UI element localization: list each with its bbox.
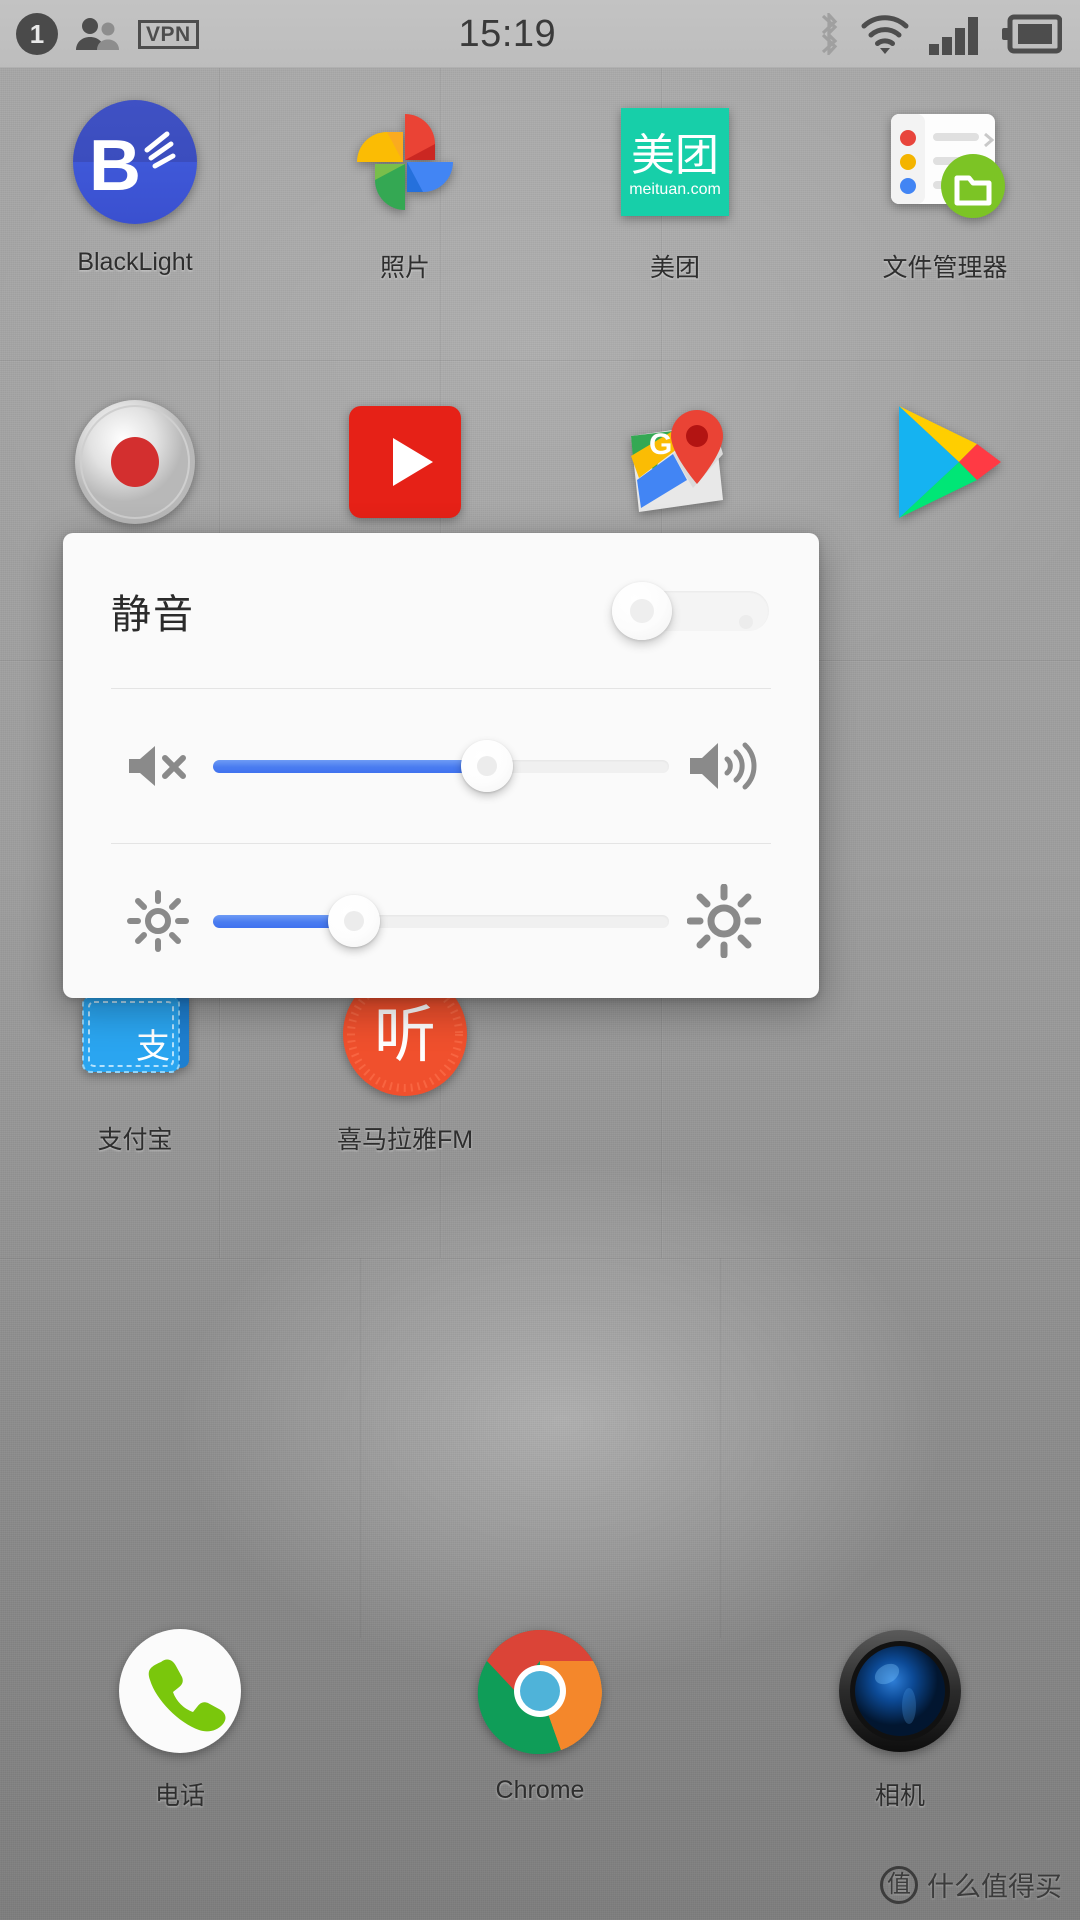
google-maps-icon: G — [611, 398, 739, 526]
app-play-store[interactable] — [810, 368, 1080, 620]
mute-toggle-track-dot — [739, 614, 753, 629]
status-bar-clock-container: 15:19 — [199, 13, 816, 56]
brightness-slider-row — [63, 844, 819, 998]
youtube-icon — [341, 398, 469, 526]
app-label: Chrome — [495, 1776, 585, 1804]
meituan-sub-text: meituan.com — [629, 181, 721, 198]
status-bar-right-icons — [816, 13, 1080, 55]
svg-text:B: B — [89, 126, 141, 206]
cellular-signal-icon — [928, 13, 984, 55]
watermark-badge-icon: 值 — [880, 1865, 918, 1904]
app-label: 支付宝 — [97, 1126, 173, 1154]
google-photos-icon — [341, 98, 469, 226]
ximalaya-glyph: 听 — [374, 1001, 436, 1070]
grid-line — [720, 1258, 721, 1638]
file-manager-icon — [881, 98, 1009, 226]
volume-mute-icon[interactable] — [103, 738, 213, 794]
wifi-icon — [860, 13, 910, 55]
phone-dialer-icon — [117, 1628, 243, 1754]
svg-text:G: G — [649, 428, 672, 461]
volume-slider-knob[interactable] — [460, 740, 513, 792]
contacts-icon — [74, 16, 122, 52]
alipay-glyph: 支 — [136, 1028, 170, 1066]
app-label: 喜马拉雅FM — [336, 1126, 474, 1154]
clock: 15:19 — [458, 12, 557, 55]
mute-row: 静音 — [63, 533, 819, 688]
volume-high-icon[interactable] — [669, 737, 779, 795]
meituan-icon: 美团 meituan.com — [611, 98, 739, 226]
dock-item-camera[interactable]: 相机 — [720, 1610, 1080, 1860]
meituan-main-text: 美团 — [631, 131, 719, 180]
dock-item-phone[interactable]: 电话 — [0, 1610, 360, 1860]
app-label: 照片 — [379, 254, 430, 282]
vpn-icon: VPN — [138, 19, 199, 49]
brightness-slider[interactable] — [213, 895, 669, 947]
camera-icon — [837, 1628, 963, 1754]
app-label: 美团 — [649, 254, 700, 282]
play-store-icon — [881, 398, 1009, 526]
app-file-manager[interactable]: 文件管理器 — [810, 68, 1080, 320]
sound-recorder-icon — [71, 398, 199, 526]
quick-settings-dialog: 静音 — [63, 533, 819, 998]
status-bar-left-icons: 1 VPN — [0, 13, 199, 55]
grid-line-glow — [0, 1259, 1080, 1260]
mute-label: 静音 — [111, 592, 195, 637]
volume-slider-row — [63, 689, 819, 843]
brightness-low-icon[interactable] — [103, 890, 213, 952]
app-blacklight[interactable]: B BlackLight — [0, 68, 270, 320]
dock: 电话 Chrome 相机 — [0, 1610, 1080, 1860]
grid-line — [360, 1258, 361, 1638]
sim-badge-number: 1 — [29, 18, 45, 49]
mute-toggle-knob[interactable] — [612, 581, 672, 640]
volume-slider-fill — [213, 759, 487, 773]
mute-toggle[interactable] — [612, 581, 769, 640]
brightness-slider-knob[interactable] — [328, 895, 381, 947]
app-label: 文件管理器 — [882, 254, 1008, 282]
app-label: 电话 — [154, 1782, 205, 1810]
dock-item-chrome[interactable]: Chrome — [360, 1610, 720, 1860]
app-row: B BlackLight 照片 美团 meituan.com 美团 文件管理器 — [0, 68, 1080, 320]
sim-card-badge-icon: 1 — [16, 13, 58, 55]
battery-icon — [1002, 13, 1062, 55]
app-label: 相机 — [874, 1782, 925, 1810]
volume-slider[interactable] — [213, 740, 669, 792]
app-label: BlackLight — [77, 248, 193, 276]
chrome-icon — [477, 1628, 603, 1755]
blacklight-app-icon: B — [71, 98, 199, 226]
brightness-high-icon[interactable] — [669, 884, 779, 958]
grid-line — [0, 1258, 1080, 1259]
watermark-text: 什么值得买 — [927, 1872, 1062, 1902]
app-meituan[interactable]: 美团 meituan.com 美团 — [540, 68, 810, 320]
bluetooth-icon — [816, 13, 842, 55]
watermark: 值 什么值得买 — [880, 1865, 1062, 1904]
app-photos[interactable]: 照片 — [270, 68, 540, 320]
status-bar: 1 VPN 15:19 — [0, 0, 1080, 68]
